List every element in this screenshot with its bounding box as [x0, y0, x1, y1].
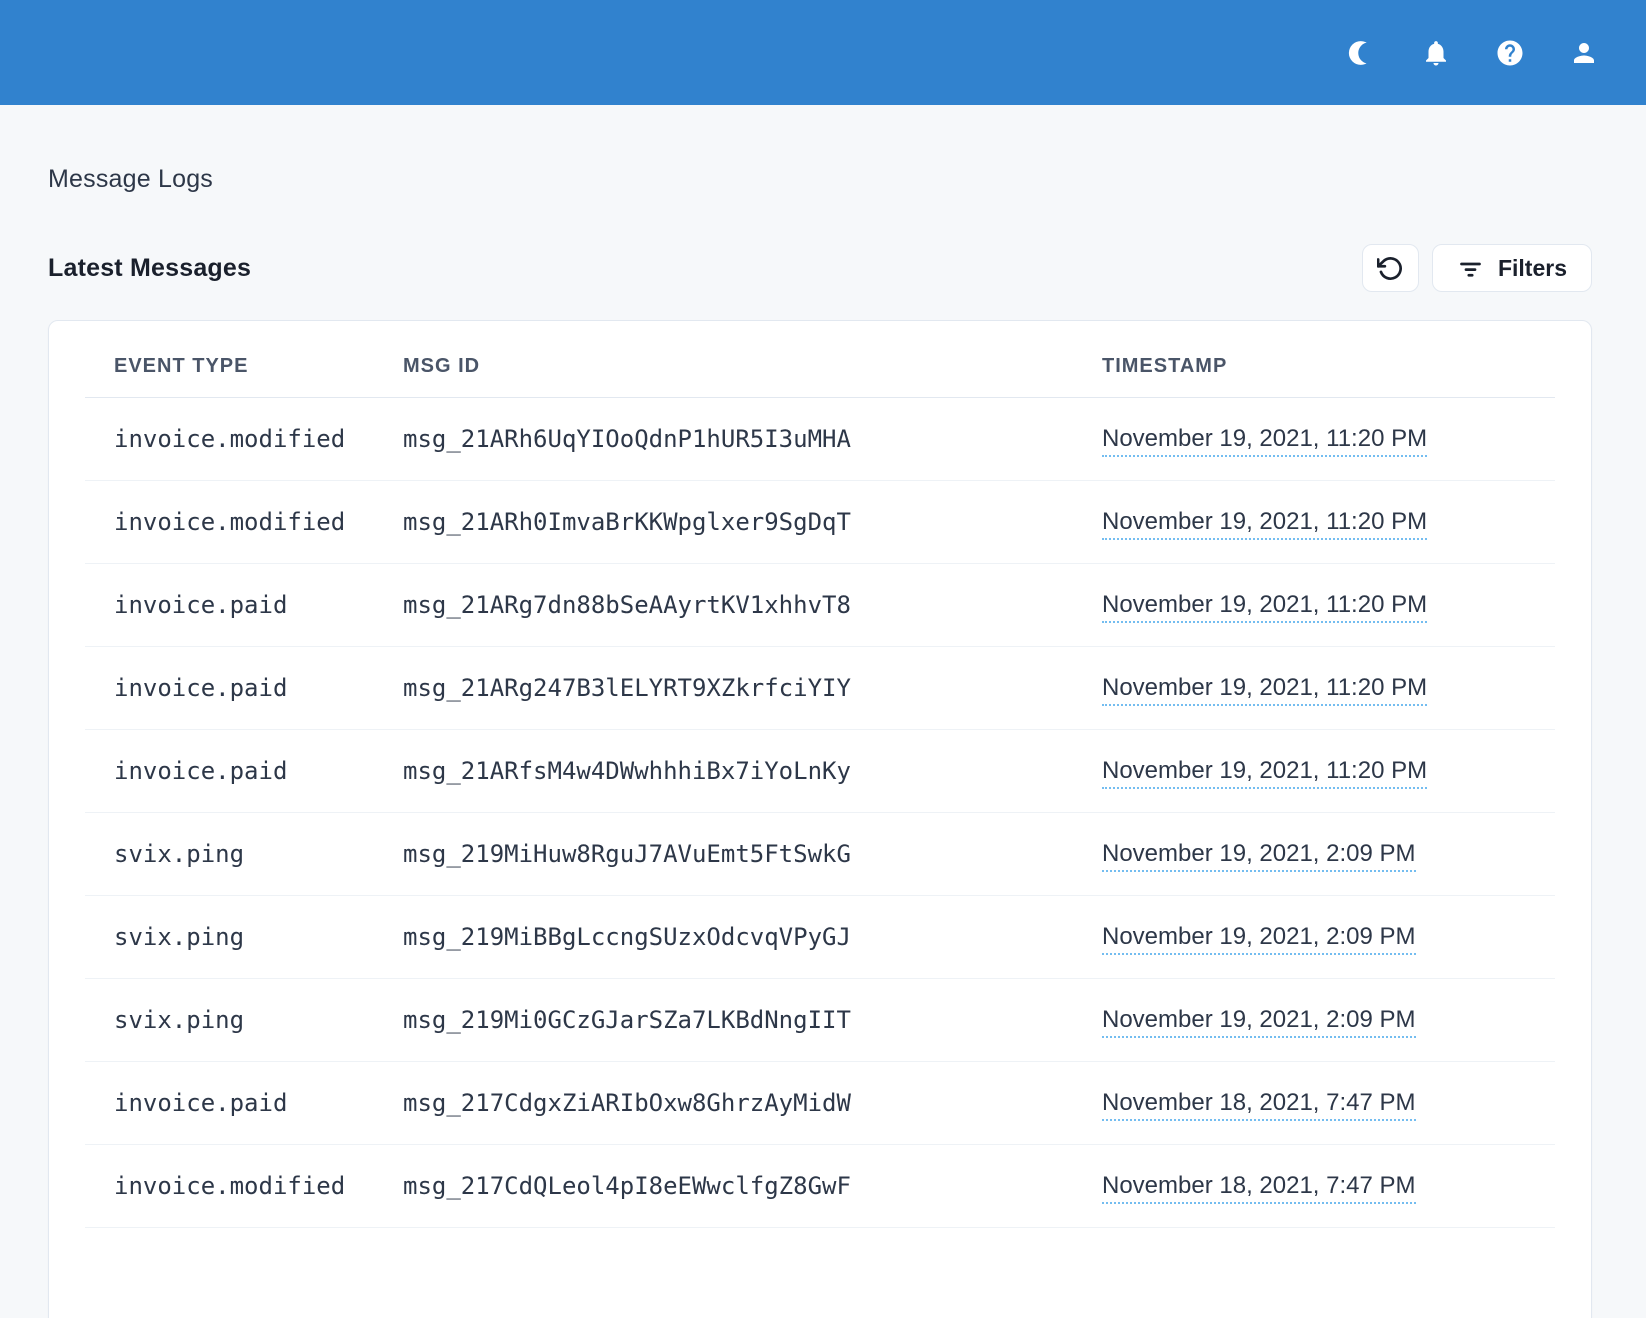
- event-type-cell: invoice.modified: [85, 481, 403, 564]
- message-row[interactable]: invoice.modified msg_21ARh6UqYIOoQdnP1hU…: [85, 398, 1555, 481]
- event-type-cell: invoice.modified: [85, 398, 403, 481]
- bell-icon: [1421, 38, 1451, 68]
- message-row[interactable]: invoice.paid msg_21ARfsM4w4DWwhhhiBx7iYo…: [85, 730, 1555, 813]
- message-row[interactable]: invoice.paid msg_21ARg7dn88bSeAAyrtKV1xh…: [85, 564, 1555, 647]
- timestamp-value[interactable]: November 19, 2021, 11:20 PM: [1102, 425, 1427, 457]
- message-row[interactable]: svix.ping msg_219MiBBgLccngSUzxOdcvqVPyG…: [85, 896, 1555, 979]
- filter-icon: [1457, 255, 1484, 282]
- messages-card: EVENT TYPE MSG ID TIMESTAMP invoice.modi…: [48, 320, 1592, 1318]
- section-title: Latest Messages: [48, 254, 251, 283]
- msg-id-cell: msg_21ARfsM4w4DWwhhhiBx7iYoLnKy: [403, 730, 1102, 813]
- page-title: Message Logs: [48, 165, 1592, 194]
- timestamp-cell: November 19, 2021, 2:09 PM: [1102, 813, 1555, 896]
- timestamp-value[interactable]: November 19, 2021, 11:20 PM: [1102, 674, 1427, 706]
- column-header-event-type: EVENT TYPE: [85, 321, 403, 398]
- help-icon: [1495, 38, 1525, 68]
- table-header-row: EVENT TYPE MSG ID TIMESTAMP: [85, 321, 1555, 398]
- message-row[interactable]: invoice.modified msg_21ARh0ImvaBrKKWpglx…: [85, 481, 1555, 564]
- topbar: [0, 0, 1646, 105]
- moon-icon: [1347, 38, 1377, 68]
- timestamp-cell: November 19, 2021, 11:20 PM: [1102, 564, 1555, 647]
- msg-id-cell: msg_21ARg247B3lELYRT9XZkrfciYIY: [403, 647, 1102, 730]
- filters-button[interactable]: Filters: [1432, 244, 1592, 292]
- notifications-button[interactable]: [1419, 36, 1453, 70]
- timestamp-value[interactable]: November 18, 2021, 7:47 PM: [1102, 1172, 1416, 1204]
- dark-mode-toggle[interactable]: [1345, 36, 1379, 70]
- help-button[interactable]: [1493, 36, 1527, 70]
- event-type-cell: invoice.paid: [85, 1062, 403, 1145]
- refresh-icon: [1377, 255, 1404, 282]
- user-icon: [1569, 38, 1599, 68]
- message-row[interactable]: svix.ping msg_219Mi0GCzGJarSZa7LKBdNngII…: [85, 979, 1555, 1062]
- timestamp-cell: November 19, 2021, 11:20 PM: [1102, 481, 1555, 564]
- table-body: invoice.modified msg_21ARh6UqYIOoQdnP1hU…: [85, 398, 1555, 1228]
- msg-id-cell: msg_219MiHuw8RguJ7AVuEmt5FtSwkG: [403, 813, 1102, 896]
- column-header-msg-id: MSG ID: [403, 321, 1102, 398]
- message-row[interactable]: invoice.paid msg_21ARg247B3lELYRT9XZkrfc…: [85, 647, 1555, 730]
- timestamp-cell: November 19, 2021, 11:20 PM: [1102, 730, 1555, 813]
- message-row[interactable]: svix.ping msg_219MiHuw8RguJ7AVuEmt5FtSwk…: [85, 813, 1555, 896]
- event-type-cell: svix.ping: [85, 813, 403, 896]
- timestamp-cell: November 19, 2021, 11:20 PM: [1102, 647, 1555, 730]
- main-content: Message Logs Latest Messages Filters: [48, 165, 1592, 1318]
- msg-id-cell: msg_219MiBBgLccngSUzxOdcvqVPyGJ: [403, 896, 1102, 979]
- timestamp-cell: November 19, 2021, 2:09 PM: [1102, 979, 1555, 1062]
- timestamp-cell: November 18, 2021, 7:47 PM: [1102, 1062, 1555, 1145]
- message-row[interactable]: invoice.modified msg_217CdQLeol4pI8eEWwc…: [85, 1145, 1555, 1228]
- timestamp-value[interactable]: November 18, 2021, 7:47 PM: [1102, 1089, 1416, 1121]
- timestamp-value[interactable]: November 19, 2021, 2:09 PM: [1102, 923, 1416, 955]
- event-type-cell: svix.ping: [85, 979, 403, 1062]
- section-header: Latest Messages Filters: [48, 244, 1592, 292]
- msg-id-cell: msg_217CdgxZiARIbOxw8GhrzAyMidW: [403, 1062, 1102, 1145]
- timestamp-cell: November 19, 2021, 2:09 PM: [1102, 896, 1555, 979]
- msg-id-cell: msg_217CdQLeol4pI8eEWwclfgZ8GwF: [403, 1145, 1102, 1228]
- timestamp-value[interactable]: November 19, 2021, 11:20 PM: [1102, 757, 1427, 789]
- filters-button-label: Filters: [1498, 255, 1567, 282]
- msg-id-cell: msg_21ARg7dn88bSeAAyrtKV1xhhvT8: [403, 564, 1102, 647]
- event-type-cell: invoice.modified: [85, 1145, 403, 1228]
- event-type-cell: invoice.paid: [85, 730, 403, 813]
- account-button[interactable]: [1567, 36, 1601, 70]
- event-type-cell: invoice.paid: [85, 564, 403, 647]
- timestamp-value[interactable]: November 19, 2021, 2:09 PM: [1102, 1006, 1416, 1038]
- msg-id-cell: msg_21ARh6UqYIOoQdnP1hUR5I3uMHA: [403, 398, 1102, 481]
- column-header-timestamp: TIMESTAMP: [1102, 321, 1555, 398]
- timestamp-cell: November 19, 2021, 11:20 PM: [1102, 398, 1555, 481]
- timestamp-value[interactable]: November 19, 2021, 2:09 PM: [1102, 840, 1416, 872]
- event-type-cell: svix.ping: [85, 896, 403, 979]
- event-type-cell: invoice.paid: [85, 647, 403, 730]
- messages-table: EVENT TYPE MSG ID TIMESTAMP invoice.modi…: [85, 321, 1555, 1228]
- msg-id-cell: msg_21ARh0ImvaBrKKWpglxer9SgDqT: [403, 481, 1102, 564]
- refresh-button[interactable]: [1362, 244, 1419, 292]
- timestamp-value[interactable]: November 19, 2021, 11:20 PM: [1102, 591, 1427, 623]
- timestamp-cell: November 18, 2021, 7:47 PM: [1102, 1145, 1555, 1228]
- section-actions: Filters: [1362, 244, 1592, 292]
- msg-id-cell: msg_219Mi0GCzGJarSZa7LKBdNngIIT: [403, 979, 1102, 1062]
- timestamp-value[interactable]: November 19, 2021, 11:20 PM: [1102, 508, 1427, 540]
- message-row[interactable]: invoice.paid msg_217CdgxZiARIbOxw8GhrzAy…: [85, 1062, 1555, 1145]
